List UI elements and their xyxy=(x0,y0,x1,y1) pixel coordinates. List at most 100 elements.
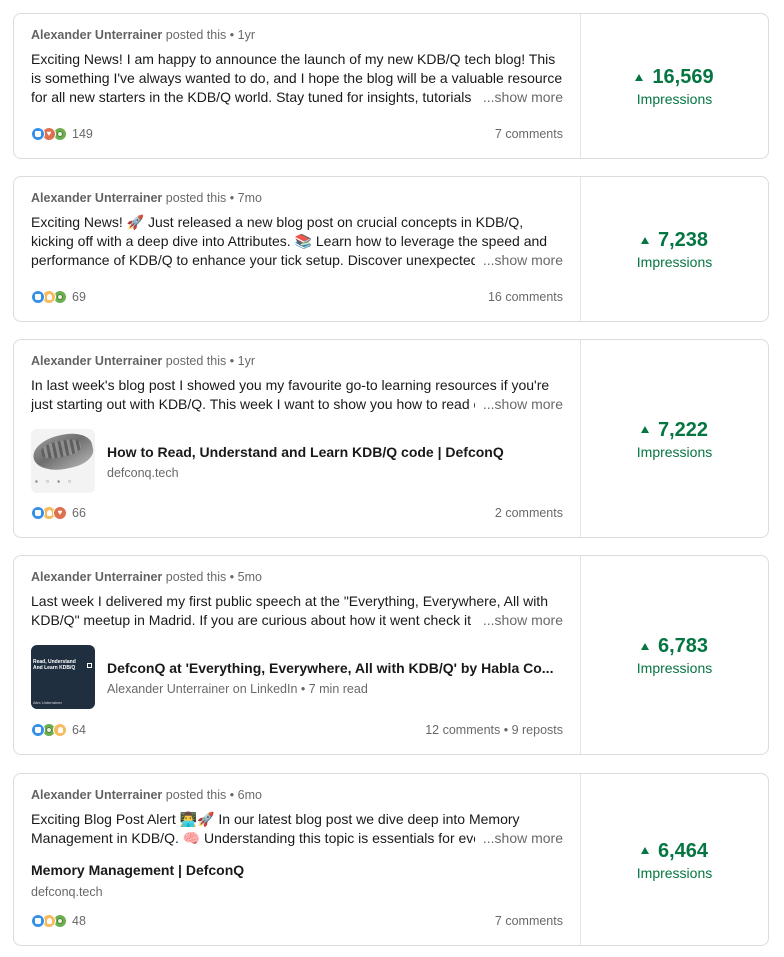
posted-label: posted this xyxy=(165,28,227,42)
post-card[interactable]: Alexander Unterrainer posted this • 5mo … xyxy=(13,555,769,755)
post-summary[interactable]: Alexander Unterrainer posted this • 5mo … xyxy=(14,556,581,754)
link-domain: defconq.tech xyxy=(31,885,103,899)
post-card[interactable]: Alexander Unterrainer posted this • 6mo … xyxy=(13,773,769,946)
post-text: Exciting News! 🚀 Just released a new blo… xyxy=(31,213,563,270)
post-analytics-list: Alexander Unterrainer posted this • 1yr … xyxy=(0,0,784,957)
reaction-count[interactable]: 66 xyxy=(72,506,86,520)
link-title[interactable]: DefconQ at 'Everything, Everywhere, All … xyxy=(107,659,553,677)
impressions-panel[interactable]: 7,222 Impressions xyxy=(581,340,768,537)
reaction-count[interactable]: 64 xyxy=(72,723,86,737)
reaction-count[interactable]: 149 xyxy=(72,127,93,141)
separator-dot: • xyxy=(229,570,235,584)
post-text: Last week I delivered my first public sp… xyxy=(31,592,563,630)
reaction-count[interactable]: 69 xyxy=(72,290,86,304)
comments-count[interactable]: 2 comments xyxy=(495,506,563,520)
author-name[interactable]: Alexander Unterrainer xyxy=(31,570,162,584)
post-footer: 48 7 comments xyxy=(31,913,563,929)
post-age: 7mo xyxy=(237,191,262,205)
love-icon xyxy=(53,506,67,520)
post-summary[interactable]: Alexander Unterrainer posted this • 1yr … xyxy=(14,340,581,537)
post-footer: 149 7 comments xyxy=(31,126,563,142)
posted-label: posted this xyxy=(165,354,227,368)
link-info: Memory Management | DefconQ defconq.tech xyxy=(31,861,563,899)
impressions-number: 16,569 xyxy=(652,66,714,88)
post-body: Exciting News! 🚀 Just released a new blo… xyxy=(31,214,548,268)
trend-up-icon xyxy=(640,847,649,854)
article-source: Alexander Unterrainer on LinkedIn • 7 mi… xyxy=(107,681,368,696)
post-meta: Alexander Unterrainer posted this • 5mo xyxy=(31,569,563,585)
link-domain: defconq.tech xyxy=(107,465,179,480)
show-more-button[interactable]: ...show more xyxy=(474,829,563,848)
link-thumbnail: ▪ ▫ ▪ ▫ xyxy=(31,429,95,493)
link-preview[interactable]: Memory Management | DefconQ defconq.tech xyxy=(31,861,563,899)
impressions-number: 6,464 xyxy=(657,839,709,862)
author-name[interactable]: Alexander Unterrainer xyxy=(31,788,162,802)
comments-count[interactable]: 7 comments xyxy=(495,914,563,928)
like-icon xyxy=(31,290,45,304)
separator-dot: • xyxy=(229,788,235,802)
post-summary[interactable]: Alexander Unterrainer posted this • 6mo … xyxy=(14,774,581,945)
post-summary[interactable]: Alexander Unterrainer posted this • 1yr … xyxy=(14,14,581,158)
reactions[interactable]: 64 xyxy=(31,723,86,737)
reaction-count[interactable]: 48 xyxy=(72,914,86,928)
separator-dot: • xyxy=(229,354,235,368)
post-card[interactable]: Alexander Unterrainer posted this • 1yr … xyxy=(13,339,769,538)
like-icon xyxy=(31,127,45,141)
like-icon xyxy=(31,506,45,520)
impressions-value: 6,464 xyxy=(640,839,709,863)
impressions-label: Impressions xyxy=(636,864,713,881)
impressions-number: 6,783 xyxy=(657,635,709,657)
show-more-button[interactable]: ...show more xyxy=(474,88,563,107)
reactions[interactable]: 69 xyxy=(31,290,86,304)
reactions[interactable]: 149 xyxy=(31,127,93,141)
impressions-number: 7,238 xyxy=(657,229,709,251)
thumbnail-author: Alex Unterrainer xyxy=(33,700,62,705)
post-card[interactable]: Alexander Unterrainer posted this • 7mo … xyxy=(13,176,769,322)
post-text: Exciting News! I am happy to announce th… xyxy=(31,50,563,107)
post-age: 5mo xyxy=(237,570,262,584)
post-age: 1yr xyxy=(237,28,255,42)
reactions[interactable]: 48 xyxy=(31,914,86,928)
link-info: DefconQ at 'Everything, Everywhere, All … xyxy=(107,659,553,696)
show-more-button[interactable]: ...show more xyxy=(474,611,563,630)
link-title[interactable]: How to Read, Understand and Learn KDB/Q … xyxy=(107,443,504,461)
impressions-value: 16,569 xyxy=(635,65,714,89)
posted-label: posted this xyxy=(165,788,227,802)
comments-count[interactable]: 16 comments xyxy=(488,290,563,304)
link-preview[interactable]: Read, Understand And Learn KDB/Q Alex Un… xyxy=(31,645,563,709)
link-preview[interactable]: ▪ ▫ ▪ ▫ How to Read, Understand and Lear… xyxy=(31,429,563,493)
impressions-panel[interactable]: 6,783 Impressions xyxy=(581,556,768,754)
impressions-number: 7,222 xyxy=(657,418,709,441)
link-title[interactable]: Memory Management | DefconQ xyxy=(31,861,486,879)
impressions-panel[interactable]: 6,464 Impressions xyxy=(581,774,768,945)
impressions-label: Impressions xyxy=(636,91,713,107)
post-age: 1yr xyxy=(237,354,255,368)
author-name[interactable]: Alexander Unterrainer xyxy=(31,28,162,42)
posted-label: posted this xyxy=(165,570,227,584)
impressions-panel[interactable]: 7,238 Impressions xyxy=(581,177,768,321)
trend-up-icon xyxy=(640,236,649,244)
impressions-label: Impressions xyxy=(636,443,713,460)
insightful-icon xyxy=(53,723,67,737)
show-more-button[interactable]: ...show more xyxy=(474,395,563,414)
trend-up-icon xyxy=(635,73,644,81)
post-footer: 64 12 comments • 9 reposts xyxy=(31,722,563,738)
reactions[interactable]: 66 xyxy=(31,506,86,520)
post-text: In last week's blog post I showed you my… xyxy=(31,376,563,414)
post-summary[interactable]: Alexander Unterrainer posted this • 7mo … xyxy=(14,177,581,321)
impressions-panel[interactable]: 16,569 Impressions xyxy=(581,14,768,158)
show-more-button[interactable]: ...show more xyxy=(474,251,563,270)
trend-up-icon xyxy=(640,426,649,433)
engagement-count[interactable]: 12 comments • 9 reposts xyxy=(425,723,563,737)
posted-label: posted this xyxy=(165,191,227,205)
author-name[interactable]: Alexander Unterrainer xyxy=(31,191,162,205)
post-meta: Alexander Unterrainer posted this • 1yr xyxy=(31,353,563,369)
post-meta: Alexander Unterrainer posted this • 7mo xyxy=(31,190,563,206)
impressions-label: Impressions xyxy=(636,660,713,676)
post-meta: Alexander Unterrainer posted this • 1yr xyxy=(31,27,563,43)
author-name[interactable]: Alexander Unterrainer xyxy=(31,354,162,368)
post-footer: 69 16 comments xyxy=(31,289,563,305)
post-card[interactable]: Alexander Unterrainer posted this • 1yr … xyxy=(13,13,769,159)
comments-count[interactable]: 7 comments xyxy=(495,127,563,141)
post-body: Last week I delivered my first public sp… xyxy=(31,593,548,628)
